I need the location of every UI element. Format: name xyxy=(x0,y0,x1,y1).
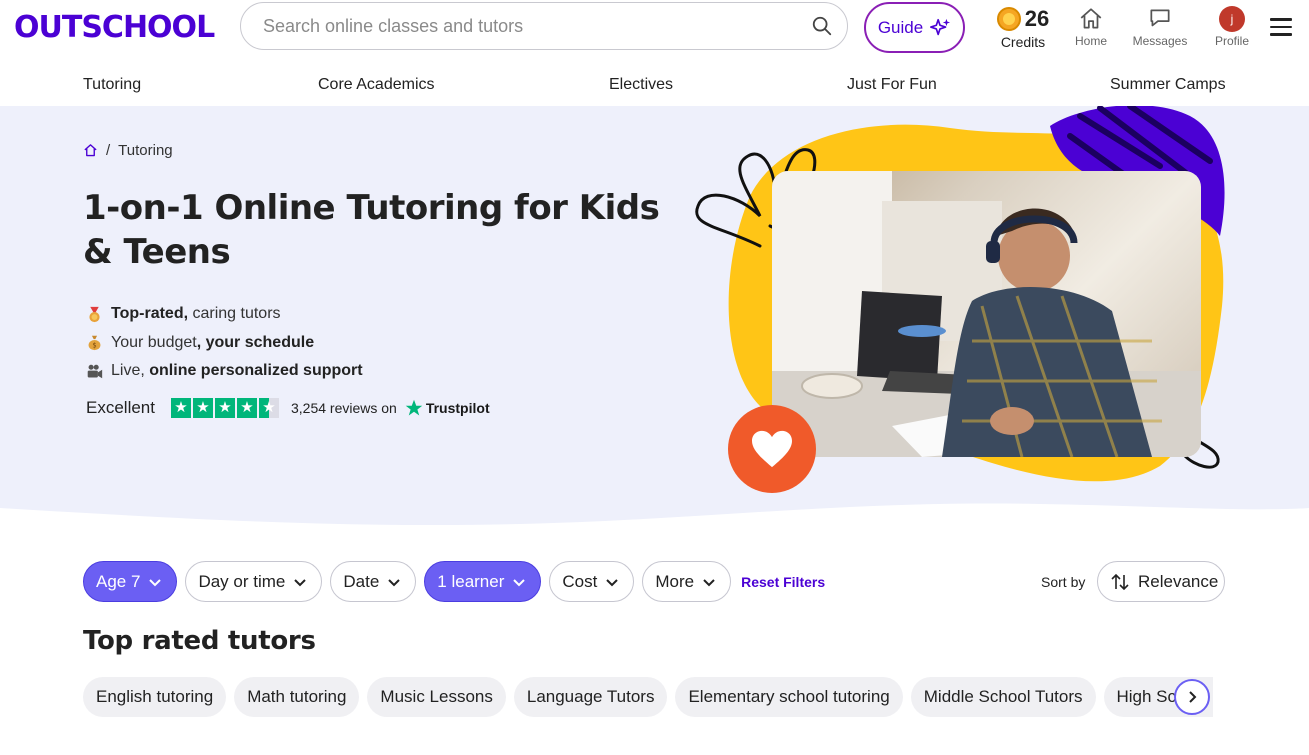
nav-profile[interactable]: j Profile xyxy=(1197,6,1267,48)
chevron-down-icon xyxy=(149,578,162,586)
chevron-down-icon xyxy=(703,578,715,586)
feature-bold: online personalized support xyxy=(149,362,363,380)
student-photo-illustration xyxy=(772,171,1201,457)
reviews-count: 3,254 reviews on xyxy=(290,400,397,416)
chevron-down-icon xyxy=(388,578,400,586)
topic-pill[interactable]: Language Tutors xyxy=(513,677,668,717)
chat-bubble-icon xyxy=(1150,9,1170,27)
avatar: j xyxy=(1219,6,1245,32)
sort-icon xyxy=(1111,573,1129,590)
filter-day-or-time[interactable]: Day or time xyxy=(185,561,323,602)
filter-more[interactable]: More xyxy=(642,561,732,602)
category-summer-camps[interactable]: Summer Camps xyxy=(1110,76,1226,94)
filter-bar: Age 7 Day or time Date 1 learner Cost Mo… xyxy=(83,561,825,602)
guide-button[interactable]: Guide xyxy=(864,2,965,53)
feature-text: Your budget xyxy=(111,333,197,351)
heart-icon xyxy=(752,430,792,468)
topic-pill[interactable]: Elementary school tutoring xyxy=(675,677,903,717)
trustpilot-rating[interactable]: Excellent ★ ★ ★ ★ ★ 3,254 reviews on Tru… xyxy=(86,398,490,418)
menu-icon[interactable] xyxy=(1270,18,1292,41)
nav-messages[interactable]: Messages xyxy=(1125,6,1195,48)
feature-list: Top-rated, caring tutors $ Your budget, … xyxy=(86,300,363,386)
home-icon xyxy=(1080,8,1102,29)
feature-item: Live, online personalized support xyxy=(86,357,363,386)
topic-pill[interactable]: Middle School Tutors xyxy=(910,677,1096,717)
filter-date[interactable]: Date xyxy=(330,561,417,602)
chevron-down-icon xyxy=(513,578,526,586)
filter-learners-label: 1 learner xyxy=(437,571,505,591)
category-core-academics[interactable]: Core Academics xyxy=(318,76,435,94)
topic-pill[interactable]: Music Lessons xyxy=(367,677,506,717)
coin-icon xyxy=(996,7,1021,31)
nav-messages-label: Messages xyxy=(1132,34,1188,48)
trustpilot-logo: Trustpilot xyxy=(405,399,490,417)
top-bar: OUTSCHOOL Guide 26 Credits Home Messages… xyxy=(0,0,1309,58)
home-icon[interactable] xyxy=(83,143,98,158)
category-tutoring[interactable]: Tutoring xyxy=(83,76,141,94)
nav-home-label: Home xyxy=(1074,34,1107,48)
feature-bold: Top-rated, xyxy=(111,305,189,323)
topic-pill[interactable]: English tutoring xyxy=(83,677,227,717)
credits-label: Credits xyxy=(1000,34,1046,50)
trustpilot-label: Trustpilot xyxy=(425,400,490,416)
breadcrumb-current: Tutoring xyxy=(118,142,173,159)
search-input[interactable] xyxy=(263,15,783,37)
topic-pill-list: English tutoring Math tutoring Music Les… xyxy=(83,677,1213,717)
nav-profile-label: Profile xyxy=(1214,34,1249,48)
star-icon: ★ xyxy=(236,398,257,418)
filter-age-label: Age 7 xyxy=(96,571,141,591)
svg-text:$: $ xyxy=(92,342,96,350)
video-camera-icon xyxy=(87,364,103,379)
hero-section: / Tutoring 1-on-1 Online Tutoring for Ki… xyxy=(0,106,1309,526)
credits-count: 26 xyxy=(1024,6,1050,31)
filter-age[interactable]: Age 7 xyxy=(83,561,178,602)
credits-widget[interactable]: 26 Credits xyxy=(988,6,1058,50)
money-bag-icon: $ xyxy=(88,335,101,351)
filter-cost[interactable]: Cost xyxy=(549,561,635,602)
feature-item: Top-rated, caring tutors xyxy=(86,300,363,329)
feature-item: $ Your budget, your schedule xyxy=(86,329,363,358)
star-icon: ★ xyxy=(214,398,235,418)
favorite-button[interactable] xyxy=(728,405,816,493)
guide-label: Guide xyxy=(877,17,924,37)
chevron-right-icon xyxy=(1189,691,1197,703)
category-nav: Tutoring Core Academics Electives Just F… xyxy=(0,64,1309,106)
filter-cost-label: Cost xyxy=(562,571,598,591)
feature-text: Live, xyxy=(111,362,150,380)
category-just-for-fun[interactable]: Just For Fun xyxy=(847,76,937,94)
star-icon: ★ xyxy=(170,398,191,418)
chevron-down-icon xyxy=(606,578,619,586)
hero-photo xyxy=(772,171,1201,457)
scroll-right-button[interactable] xyxy=(1174,679,1210,715)
feature-text: caring tutors xyxy=(188,305,281,323)
feature-bold: , your schedule xyxy=(196,333,315,351)
rating-word: Excellent xyxy=(86,398,155,417)
reset-filters-link[interactable]: Reset Filters xyxy=(741,574,825,590)
sort-dropdown[interactable]: Relevance xyxy=(1097,561,1225,602)
breadcrumb-separator: / xyxy=(106,142,111,159)
sort-value: Relevance xyxy=(1138,571,1219,591)
category-electives[interactable]: Electives xyxy=(609,76,673,94)
breadcrumb: / Tutoring xyxy=(83,142,173,159)
filter-date-label: Date xyxy=(343,571,380,591)
search-bar[interactable] xyxy=(240,2,848,50)
star-rating: ★ ★ ★ ★ ★ xyxy=(170,398,279,418)
half-star-icon: ★ xyxy=(258,398,279,418)
filter-day-or-time-label: Day or time xyxy=(198,571,286,591)
section-title: Top rated tutors xyxy=(83,626,316,656)
hero-wave xyxy=(0,503,1309,540)
chevron-down-icon xyxy=(294,578,307,586)
outschool-logo[interactable]: OUTSCHOOL xyxy=(14,10,215,45)
medal-icon xyxy=(89,306,100,322)
star-icon: ★ xyxy=(192,398,213,418)
sparkle-icon xyxy=(930,18,951,35)
search-icon[interactable] xyxy=(811,15,833,37)
topic-pill[interactable]: Math tutoring xyxy=(234,677,360,717)
filter-more-label: More xyxy=(655,571,695,591)
page-title: 1-on-1 Online Tutoring for Kids & Teens xyxy=(83,188,660,272)
nav-home[interactable]: Home xyxy=(1056,6,1126,48)
sort-label: Sort by xyxy=(1041,574,1086,590)
trustpilot-star-icon xyxy=(405,399,423,416)
filter-learners[interactable]: 1 learner xyxy=(424,561,542,602)
